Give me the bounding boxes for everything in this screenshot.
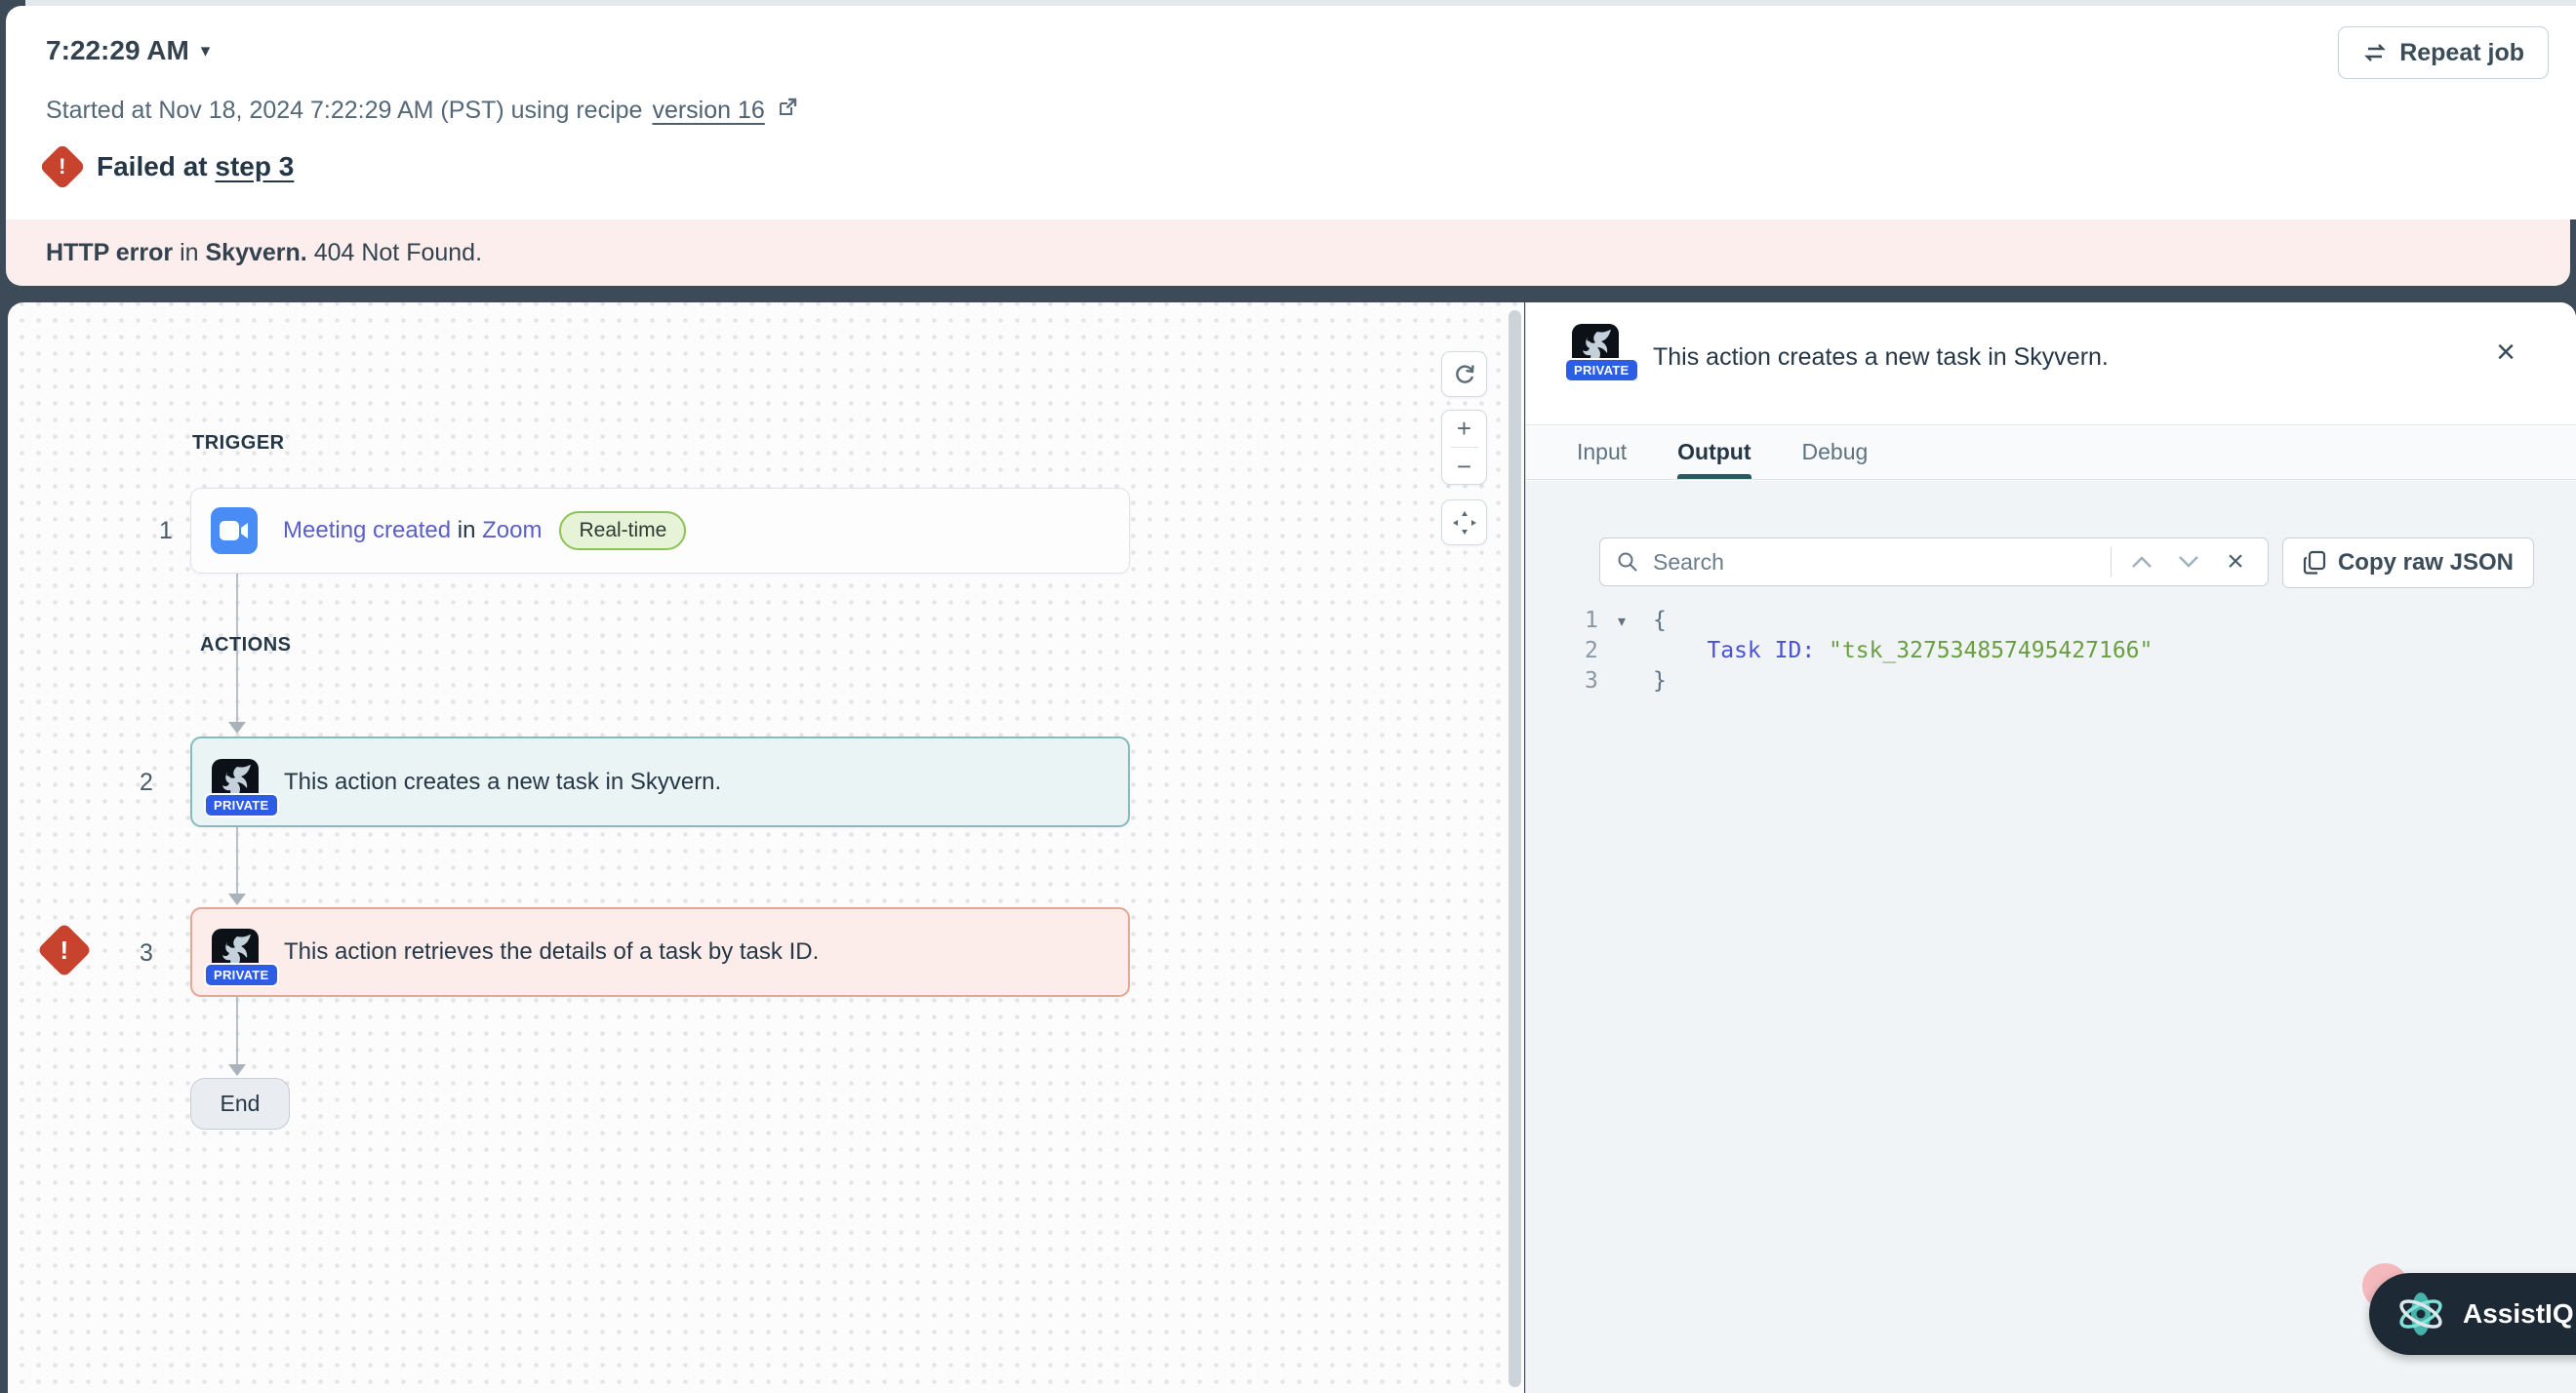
zoom-in-button[interactable]: +	[1457, 416, 1471, 441]
output-tab-content: × Copy raw JSON 1▾{ 2 Task ID: "tsk_3275…	[1526, 481, 2576, 1393]
repeat-icon	[2362, 41, 2388, 64]
error-diamond-icon: !	[39, 143, 86, 190]
repeat-job-label: Repeat job	[2399, 39, 2524, 67]
zoom-divider	[1451, 447, 1478, 448]
panel-header: PRIVATE This action creates a new task i…	[1526, 302, 2576, 424]
arrowhead-2	[228, 894, 246, 905]
panel-title: This action creates a new task in Skyver…	[1653, 343, 2109, 372]
canvas-scrollbar[interactable]	[1509, 310, 1521, 1387]
skyvern-app-icon: PRIVATE	[1572, 324, 1619, 371]
tab-debug[interactable]: Debug	[1802, 425, 1869, 479]
reset-icon	[1452, 362, 1477, 387]
json-line: 2 Task ID: "tsk_327534857495427166"	[1585, 636, 2153, 666]
realtime-badge: Real-time	[559, 511, 686, 550]
copy-raw-json-label: Copy raw JSON	[2338, 549, 2514, 577]
job-subtitle-text: Started at Nov 18, 2024 7:22:29 AM (PST)…	[46, 97, 642, 125]
workflow-canvas[interactable]: TRIGGER 1 Meeting created in Zoom Real-t…	[8, 302, 1524, 1393]
json-value: "tsk_327534857495427166"	[1829, 638, 2153, 663]
fit-view-icon	[1451, 509, 1478, 537]
json-search-box[interactable]: ×	[1599, 537, 2269, 586]
video-camera-icon	[220, 520, 249, 541]
reset-view-button[interactable]	[1441, 351, 1487, 397]
error-type: HTTP error	[46, 239, 173, 266]
assistiq-label: AssistIQ	[2463, 1298, 2574, 1330]
panel-tabs: Input Output Debug	[1526, 424, 2576, 480]
search-divider	[2111, 547, 2112, 577]
trigger-event: Meeting created	[283, 517, 451, 543]
job-subtitle: Started at Nov 18, 2024 7:22:29 AM (PST)…	[46, 97, 798, 125]
failed-status: ! Failed at step 3	[46, 150, 294, 183]
zoom-out-button[interactable]: −	[1457, 454, 1471, 479]
connector-line-3	[236, 997, 238, 1066]
error-detail: 404 Not Found.	[307, 239, 482, 266]
step-number: 1	[159, 517, 173, 545]
job-time: 7:22:29 AM	[46, 35, 189, 66]
assistiq-widget-button[interactable]: AssistIQ	[2369, 1273, 2576, 1355]
copy-raw-json-button[interactable]: Copy raw JSON	[2282, 537, 2534, 588]
json-key: Task ID:	[1707, 638, 1815, 663]
connector-line-2	[236, 827, 238, 896]
search-clear-button[interactable]: ×	[2219, 545, 2252, 578]
recipe-version-link[interactable]: version 16	[652, 97, 764, 125]
trigger-app: Zoom	[482, 517, 542, 543]
actions-section-label: ACTIONS	[200, 634, 292, 657]
step-card-get-task[interactable]: PRIVATE This action retrieves the detail…	[190, 907, 1130, 997]
private-badge: PRIVATE	[204, 793, 279, 817]
failed-step-link[interactable]: step 3	[215, 151, 294, 181]
arrowhead-1	[228, 722, 246, 734]
end-node[interactable]: End	[190, 1078, 290, 1130]
json-output-viewer[interactable]: 1▾{ 2 Task ID: "tsk_327534857495427166" …	[1585, 606, 2153, 696]
skyvern-app-icon: PRIVATE	[212, 929, 259, 975]
zoom-app-icon	[211, 507, 258, 554]
job-header: 7:22:29 AM ▾ Started at Nov 18, 2024 7:2…	[6, 6, 2576, 219]
collapse-caret-icon[interactable]: ▾	[1618, 606, 1653, 636]
tab-output[interactable]: Output	[1677, 425, 1751, 479]
private-badge: PRIVATE	[204, 963, 279, 987]
search-next-button[interactable]	[2172, 555, 2205, 569]
step-detail-panel: PRIVATE This action creates a new task i…	[1525, 302, 2576, 1393]
error-app: Skyvern.	[206, 239, 307, 266]
trigger-section-label: TRIGGER	[192, 432, 285, 455]
external-link-icon	[777, 97, 798, 125]
step-card-create-task[interactable]: PRIVATE This action creates a new task i…	[190, 736, 1130, 827]
atom-icon	[2395, 1288, 2447, 1340]
private-badge: PRIVATE	[1564, 358, 1639, 382]
search-icon	[1616, 550, 1639, 574]
step-title: This action retrieves the details of a t…	[284, 938, 819, 966]
skyvern-app-icon: PRIVATE	[212, 759, 259, 806]
arrowhead-3	[228, 1064, 246, 1076]
step-number: 3	[140, 939, 153, 968]
chevron-down-icon: ▾	[201, 40, 211, 62]
search-input[interactable]	[1653, 549, 2097, 576]
job-time-dropdown[interactable]: 7:22:29 AM ▾	[46, 35, 210, 66]
search-prev-button[interactable]	[2125, 555, 2158, 569]
step-error-indicator: !	[45, 931, 84, 970]
repeat-job-button[interactable]: Repeat job	[2338, 26, 2549, 79]
step-card-trigger[interactable]: Meeting created in Zoom Real-time	[190, 488, 1130, 574]
json-line: 1▾{	[1585, 606, 2153, 636]
error-diamond-icon: !	[37, 923, 93, 978]
copy-icon	[2303, 550, 2326, 576]
tab-input[interactable]: Input	[1577, 425, 1627, 479]
close-icon[interactable]: ×	[2496, 336, 2516, 369]
zoom-control[interactable]: + −	[1441, 410, 1487, 485]
failed-prefix: Failed at	[97, 151, 208, 181]
json-line: 3}	[1585, 666, 2153, 696]
step-number: 2	[140, 769, 153, 797]
step-title: This action creates a new task in Skyver…	[284, 769, 721, 796]
error-banner: HTTP error in Skyvern. 404 Not Found.	[6, 219, 2570, 286]
fit-view-button[interactable]	[1441, 499, 1487, 545]
